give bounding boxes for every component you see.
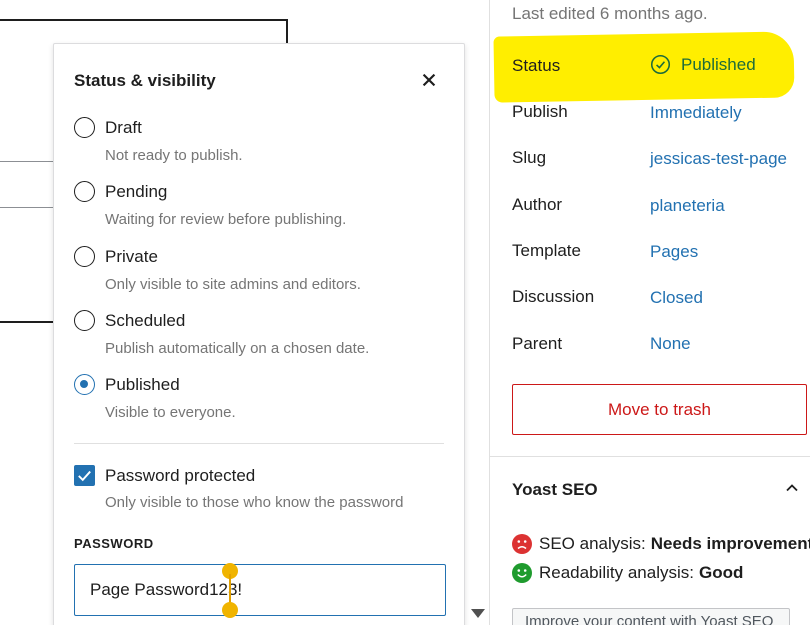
- close-button[interactable]: [416, 67, 442, 93]
- status-option-help: Publish automatically on a chosen date.: [105, 340, 370, 357]
- scroll-down-icon[interactable]: [471, 609, 485, 618]
- move-to-trash-button[interactable]: Move to trash: [512, 384, 807, 435]
- yoast-panel-title[interactable]: Yoast SEO: [512, 480, 598, 500]
- password-protected-label[interactable]: Password protected: [105, 466, 255, 486]
- status-value-text: Published: [681, 54, 756, 74]
- radio-draft[interactable]: [74, 117, 95, 138]
- publish-label: Publish: [512, 102, 568, 121]
- published-check-icon: [650, 54, 671, 75]
- publish-value-link[interactable]: Immediately: [650, 103, 742, 123]
- status-option-help: Only visible to site admins and editors.: [105, 276, 361, 293]
- status-visibility-popover: Status & visibility Draft Not ready to p…: [53, 43, 465, 625]
- canvas-block-border: [286, 19, 288, 45]
- canvas-divider: [0, 161, 53, 162]
- canvas-divider: [0, 207, 53, 208]
- slug-label: Slug: [512, 148, 547, 167]
- status-option-label: Draft: [105, 118, 142, 137]
- chevron-up-icon[interactable]: [782, 478, 802, 498]
- canvas-divider: [0, 321, 53, 323]
- document-settings-sidebar: Last edited 6 months ago. Status Publish…: [489, 0, 810, 625]
- text-cursor: [229, 574, 231, 604]
- parent-label: Parent: [512, 334, 563, 353]
- template-value-link[interactable]: Pages: [650, 242, 698, 262]
- status-option-label: Pending: [105, 182, 168, 201]
- status-option-help: Visible to everyone.: [105, 404, 236, 421]
- sidebar-divider: [490, 456, 810, 457]
- status-option-label: Scheduled: [105, 311, 186, 330]
- text-cursor-handle-bottom[interactable]: [222, 602, 238, 618]
- smiley-face-icon: [512, 563, 532, 583]
- status-label: Status: [512, 56, 561, 75]
- status-option-label: Private: [105, 247, 158, 266]
- password-protected-help: Only visible to those who know the passw…: [105, 494, 404, 511]
- status-option-label: Published: [105, 375, 180, 394]
- improve-with-yoast-button[interactable]: Improve your content with Yoast SEO: [512, 608, 790, 625]
- author-label: Author: [512, 195, 563, 214]
- readability-analysis-label: Readability analysis:: [539, 563, 694, 582]
- status-option-help: Waiting for review before publishing.: [105, 211, 347, 228]
- status-option-help: Not ready to publish.: [105, 147, 243, 164]
- parent-value-link[interactable]: None: [650, 334, 691, 354]
- seo-analysis-label: SEO analysis:: [539, 534, 646, 553]
- discussion-label: Discussion: [512, 287, 595, 306]
- radio-private[interactable]: [74, 246, 95, 267]
- sad-face-icon: [512, 534, 532, 554]
- radio-scheduled[interactable]: [74, 310, 95, 331]
- password-input[interactable]: [74, 564, 446, 616]
- password-protected-checkbox[interactable]: [74, 465, 95, 486]
- seo-analysis-row: SEO analysis: Needs improvement: [512, 534, 810, 554]
- template-label: Template: [512, 241, 581, 260]
- seo-analysis-value: Needs improvement: [650, 534, 810, 553]
- last-edited-text: Last edited 6 months ago.: [512, 4, 708, 23]
- author-value-link[interactable]: planeteria: [650, 196, 725, 216]
- discussion-value-link[interactable]: Closed: [650, 288, 703, 308]
- checkmark-icon: [78, 470, 91, 482]
- radio-published[interactable]: [74, 374, 95, 395]
- slug-value-link[interactable]: jessicas-test-page: [650, 149, 787, 169]
- popover-title: Status & visibility: [74, 71, 216, 90]
- radio-pending[interactable]: [74, 181, 95, 202]
- password-label: PASSWORD: [74, 536, 154, 551]
- popover-divider: [74, 443, 444, 444]
- close-icon: [422, 73, 436, 87]
- status-value-button[interactable]: Published: [650, 54, 756, 75]
- readability-analysis-row: Readability analysis: Good: [512, 563, 743, 583]
- readability-analysis-value: Good: [698, 563, 744, 582]
- canvas-block-border: [0, 19, 287, 21]
